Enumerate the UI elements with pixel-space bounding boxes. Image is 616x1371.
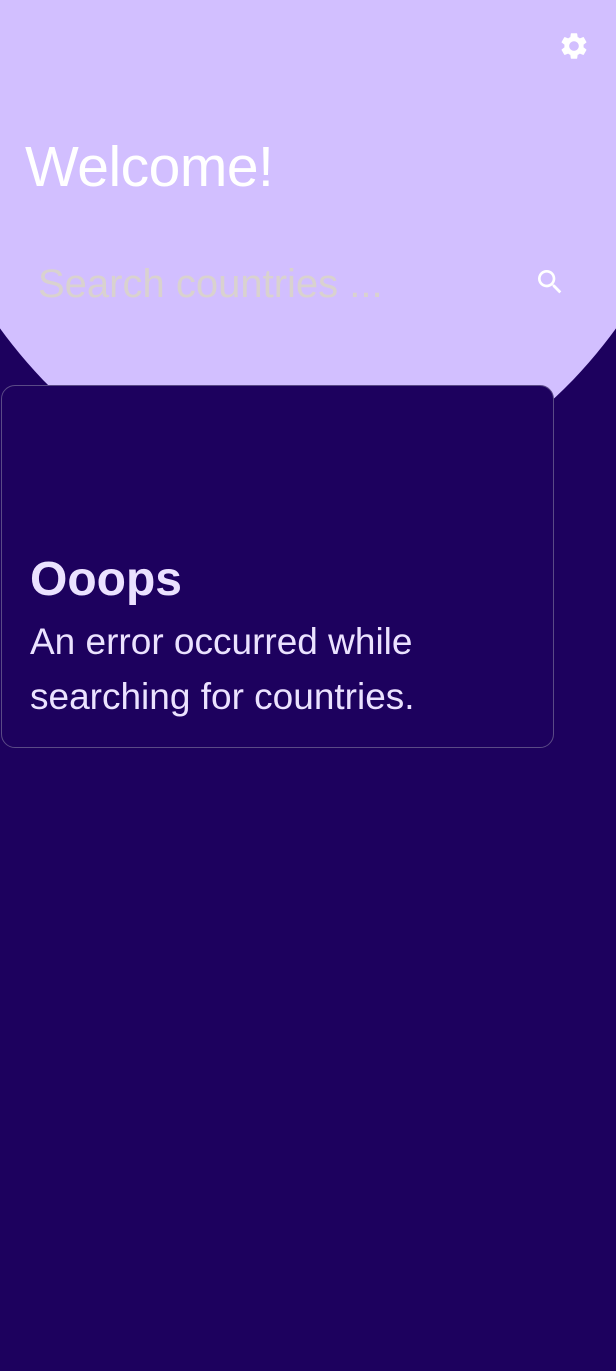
app-screen: Welcome! Ooops An error occurred while s… [0, 0, 616, 1371]
error-message: An error occurred while searching for co… [30, 621, 415, 717]
search-input[interactable] [38, 256, 508, 312]
search-icon [534, 266, 566, 303]
settings-button[interactable] [554, 28, 594, 68]
gear-icon [558, 30, 590, 67]
page-title: Welcome! [25, 135, 274, 199]
error-title: Ooops [30, 553, 182, 606]
search-button[interactable] [530, 264, 570, 304]
